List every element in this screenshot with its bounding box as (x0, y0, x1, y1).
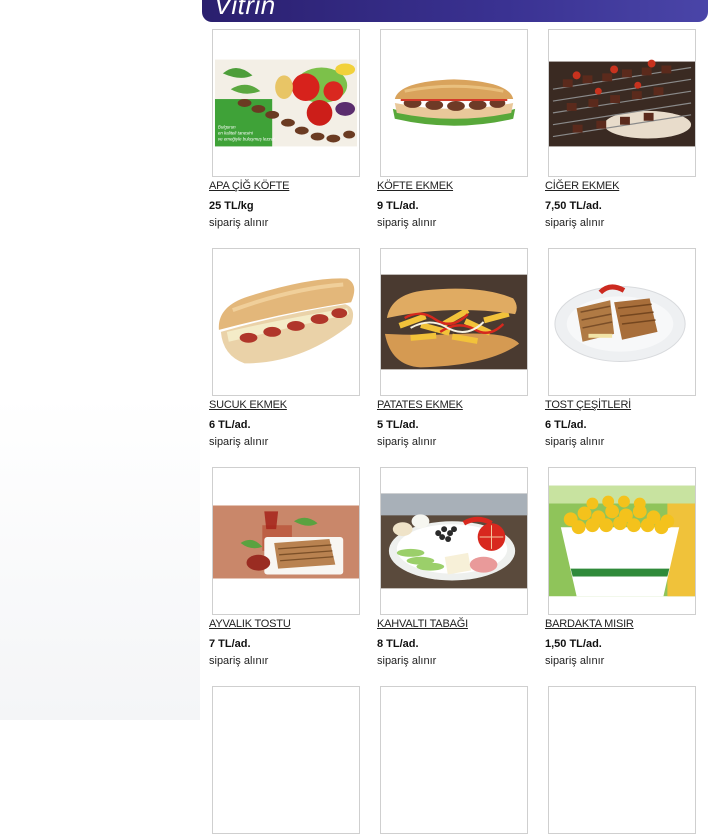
image-caption-line2: en kaliteli tanesini (218, 131, 254, 136)
product-price: 9 TL/ad. (377, 200, 419, 212)
bardakta-misir-image (549, 468, 695, 614)
product-name-link[interactable]: BARDAKTA MISIR (545, 618, 634, 630)
tost-cesitleri-image (549, 249, 695, 395)
kofte-ekmek-image (381, 30, 527, 176)
order-note: sipariş alınır (545, 217, 605, 229)
product-image-patates-ekmek[interactable] (380, 248, 528, 396)
product-price: 8 TL/ad. (377, 638, 419, 650)
product-name-link[interactable]: SUCUK EKMEK (209, 399, 287, 411)
product-image-cig-kofte[interactable]: Bulgurun en kaliteli tanesini ve emeğiyl… (212, 29, 360, 177)
product-image-partial[interactable] (380, 686, 528, 834)
product-name-link[interactable]: KAHVALTI TABAĞI (377, 618, 468, 630)
image-caption-line3: ve emeğiyle buluşmuş lezzet (218, 136, 275, 141)
image-caption-line1: Bulgurun (218, 125, 236, 130)
product-image-kofte-ekmek[interactable] (380, 29, 528, 177)
ciger-ekmek-image (549, 30, 695, 176)
order-note: sipariş alınır (209, 436, 269, 448)
patates-ekmek-image (381, 249, 527, 395)
product-price: 7,50 TL/ad. (545, 200, 602, 212)
product-image-ayvalik-tostu[interactable] (212, 467, 360, 615)
product-name-link[interactable]: PATATES EKMEK (377, 399, 463, 411)
product-image-bardakta-misir[interactable] (548, 467, 696, 615)
sucuk-ekmek-image (213, 249, 359, 395)
product-image-sucuk-ekmek[interactable] (212, 248, 360, 396)
product-price: 1,50 TL/ad. (545, 638, 602, 650)
order-note: sipariş alınır (545, 655, 605, 667)
product-name-link[interactable]: CİĞER EKMEK (545, 180, 619, 192)
product-image-partial[interactable] (212, 686, 360, 834)
product-name-link[interactable]: KÖFTE EKMEK (377, 180, 453, 192)
section-header-banner: Vitrin (202, 0, 708, 22)
product-name-link[interactable]: APA ÇİĞ KÖFTE (209, 180, 290, 192)
product-price: 7 TL/ad. (209, 638, 251, 650)
product-price: 25 TL/kg (209, 200, 254, 212)
order-note: sipariş alınır (209, 217, 269, 229)
product-price: 6 TL/ad. (209, 419, 251, 431)
product-image-kahvalti-tabagi[interactable] (380, 467, 528, 615)
order-note: sipariş alınır (377, 655, 437, 667)
cig-kofte-image: Bulgurun en kaliteli tanesini ve emeğiyl… (213, 30, 359, 176)
order-note: sipariş alınır (209, 655, 269, 667)
section-title: Vitrin (214, 0, 276, 20)
product-image-tost-cesitleri[interactable] (548, 248, 696, 396)
order-note: sipariş alınır (545, 436, 605, 448)
order-note: sipariş alınır (377, 436, 437, 448)
product-name-link[interactable]: TOST ÇEŞİTLERİ (545, 399, 631, 411)
product-name-link[interactable]: AYVALIK TOSTU (209, 618, 291, 630)
order-note: sipariş alınır (377, 217, 437, 229)
left-background (0, 0, 200, 720)
product-price: 6 TL/ad. (545, 419, 587, 431)
product-price: 5 TL/ad. (377, 419, 419, 431)
kahvalti-tabagi-image (381, 468, 527, 614)
product-image-ciger-ekmek[interactable] (548, 29, 696, 177)
ayvalik-tostu-image (213, 468, 359, 614)
product-image-partial[interactable] (548, 686, 696, 834)
